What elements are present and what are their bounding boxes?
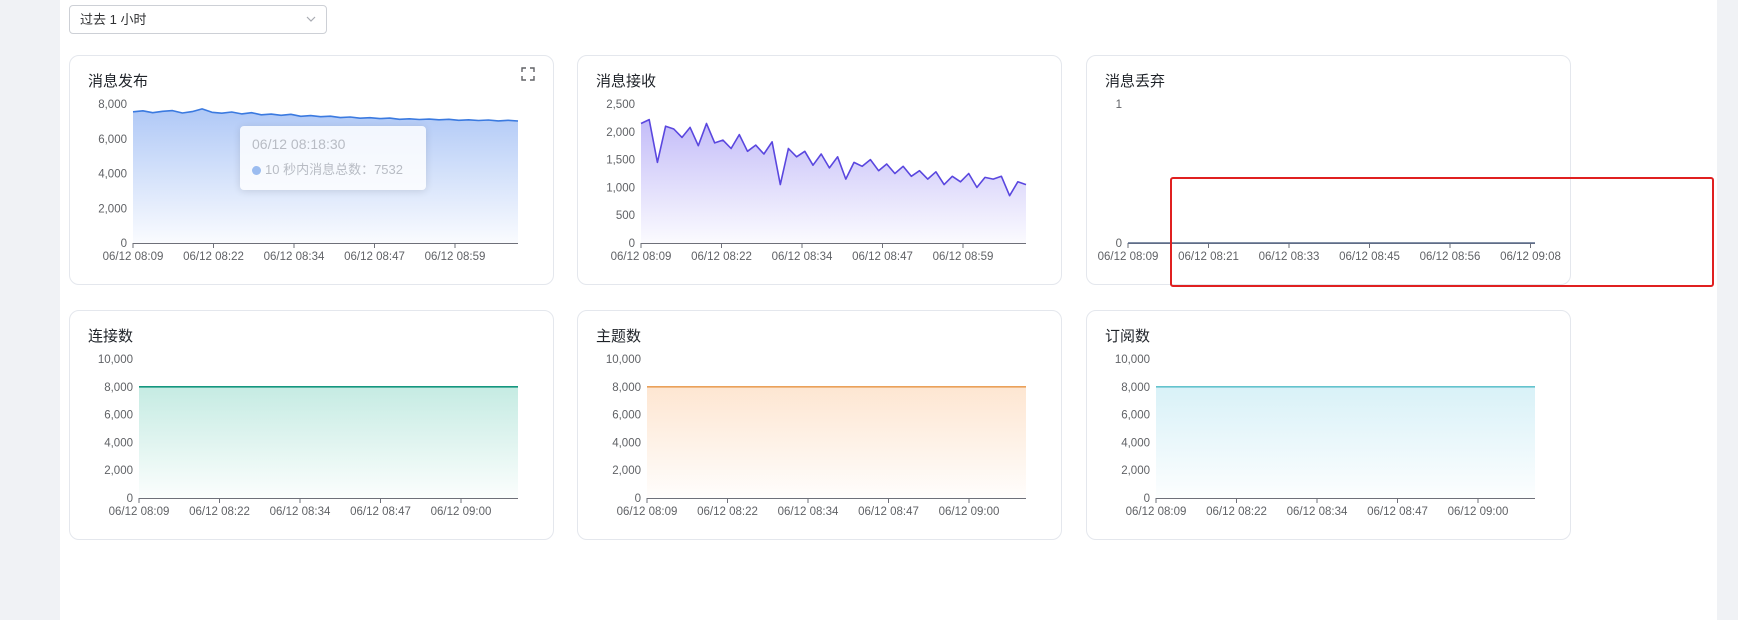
y-tick-label: 6,000 bbox=[104, 410, 133, 422]
chart-svg: 10,000 8,000 6,000 4,000 2,000 006/12 08:09 06… bbox=[98, 354, 518, 518]
y-tick-label: 2,000 bbox=[104, 465, 133, 477]
y-tick-label: 4,000 bbox=[104, 437, 133, 449]
y-tick-label: 4,000 bbox=[612, 437, 641, 449]
series-area bbox=[641, 119, 1026, 243]
x-tick-label: 06/12 08:09 bbox=[103, 251, 164, 263]
y-tick-label: 2,500 bbox=[606, 99, 635, 111]
y-tick-label: 2,000 bbox=[1121, 465, 1150, 477]
x-tick-label: 06/12 08:47 bbox=[344, 251, 405, 263]
x-tick-label: 06/12 08:21 bbox=[1178, 251, 1239, 263]
chart-svg: 10,000 8,000 6,000 4,000 2,000 006/12 08:09 06… bbox=[606, 354, 1026, 518]
x-tick-label: 06/12 08:22 bbox=[697, 506, 758, 518]
dropped-chart-card: 消息丢弃 1 0 06/12 08:09 06/12 08:21 06/12 08:33… bbox=[1086, 55, 1571, 285]
time-range-value: 过去 1 小时 bbox=[80, 12, 147, 27]
chart-svg: 10,000 8,000 6,000 4,000 2,000 006/12 08:09 06… bbox=[1115, 354, 1535, 518]
x-tick-label: 06/12 08:34 bbox=[778, 506, 839, 518]
y-tick-label: 6,000 bbox=[98, 134, 127, 146]
series-area bbox=[133, 108, 518, 244]
x-tick-label: 06/12 08:34 bbox=[270, 506, 331, 518]
y-tick-label: 0 bbox=[121, 238, 127, 250]
x-tick-label: 06/12 08:59 bbox=[425, 251, 486, 263]
subscriptions-chart-card: 订阅数 10,000 8,000 6,000 4,000 2,000 0 06/12 08:… bbox=[1086, 310, 1571, 540]
x-tick-label: 06/12 08:34 bbox=[1287, 506, 1348, 518]
y-tick-label: 0 bbox=[629, 238, 635, 250]
chart-svg: 1 006/12 08:09 06/12 08:21 06/12 08:33 06/12… bbox=[1098, 99, 1561, 263]
x-tick-label: 06/12 09:08 bbox=[1500, 251, 1561, 263]
y-tick-label: 10,000 bbox=[98, 354, 133, 366]
x-tick-label: 06/12 08:09 bbox=[109, 506, 170, 518]
x-tick-label: 06/12 08:22 bbox=[1206, 506, 1267, 518]
connections-chart-card: 连接数 10,000 8,000 6,000 4,000 2,000 0 06/12 08:… bbox=[69, 310, 554, 540]
scroll-gutter bbox=[1717, 0, 1738, 620]
y-tick-label: 8,000 bbox=[1121, 382, 1150, 394]
y-tick-label: 1,500 bbox=[606, 155, 635, 167]
x-tick-label: 06/12 08:47 bbox=[852, 251, 913, 263]
x-tick-label: 06/12 08:45 bbox=[1339, 251, 1400, 263]
y-tick-label: 4,000 bbox=[1121, 437, 1150, 449]
x-tick-label: 06/12 08:22 bbox=[189, 506, 250, 518]
x-tick-label: 06/12 08:09 bbox=[1126, 506, 1187, 518]
x-tick-label: 06/12 08:22 bbox=[183, 251, 244, 263]
x-tick-label: 06/12 09:00 bbox=[1448, 506, 1509, 518]
x-tick-label: 06/12 08:47 bbox=[1367, 506, 1428, 518]
dashboard-content: 过去 1 小时 消息发布 8,000 6,000 4,000 2,000 0 06/12 … bbox=[60, 0, 1717, 620]
x-tick-label: 06/12 08:33 bbox=[1259, 251, 1320, 263]
y-tick-label: 0 bbox=[127, 493, 133, 505]
y-tick-label: 0 bbox=[635, 493, 641, 505]
y-tick-label: 8,000 bbox=[612, 382, 641, 394]
x-tick-label: 06/12 08:56 bbox=[1420, 251, 1481, 263]
x-tick-label: 06/12 08:47 bbox=[858, 506, 919, 518]
x-tick-label: 06/12 08:09 bbox=[617, 506, 678, 518]
x-tick-label: 06/12 08:47 bbox=[350, 506, 411, 518]
y-tick-label: 6,000 bbox=[612, 410, 641, 422]
y-tick-label: 8,000 bbox=[98, 99, 127, 111]
y-tick-label: 2,000 bbox=[612, 465, 641, 477]
x-tick-label: 06/12 08:34 bbox=[264, 251, 325, 263]
publish-chart-card: 消息发布 8,000 6,000 4,000 2,000 0 06/12 08:09 06/… bbox=[69, 55, 554, 285]
x-tick-label: 06/12 08:09 bbox=[611, 251, 672, 263]
y-tick-label: 10,000 bbox=[1115, 354, 1150, 366]
series-area bbox=[139, 386, 518, 498]
y-tick-label: 10,000 bbox=[606, 354, 641, 366]
x-tick-label: 06/12 08:22 bbox=[691, 251, 752, 263]
x-tick-label: 06/12 08:59 bbox=[933, 251, 994, 263]
receive-chart-card: 消息接收 2,500 2,000 1,500 1,000 500 0 06/12 08:09… bbox=[577, 55, 1062, 285]
y-tick-label: 0 bbox=[1116, 238, 1122, 250]
chart-svg: 8,000 6,000 4,000 2,000 006/12 08:09 06/12 08… bbox=[98, 99, 519, 263]
y-tick-label: 0 bbox=[1144, 493, 1150, 505]
time-range-select[interactable]: 过去 1 小时 bbox=[69, 5, 327, 34]
y-tick-label: 4,000 bbox=[98, 169, 127, 181]
chevron-down-icon bbox=[306, 16, 316, 22]
y-tick-label: 2,000 bbox=[98, 203, 127, 215]
x-tick-label: 06/12 09:00 bbox=[431, 506, 492, 518]
series-area bbox=[647, 386, 1026, 498]
y-tick-label: 2,000 bbox=[606, 127, 635, 139]
x-tick-label: 06/12 08:09 bbox=[1098, 251, 1159, 263]
chart-svg: 2,500 2,000 1,500 1,000 500 006/12 08:09 06/12… bbox=[606, 99, 1027, 263]
x-tick-label: 06/12 09:00 bbox=[939, 506, 1000, 518]
series-area bbox=[1156, 386, 1535, 498]
y-tick-label: 500 bbox=[616, 210, 635, 222]
y-tick-label: 1,000 bbox=[606, 182, 635, 194]
y-tick-label: 8,000 bbox=[104, 382, 133, 394]
topics-chart-card: 主题数 10,000 8,000 6,000 4,000 2,000 0 06/12 08:… bbox=[577, 310, 1062, 540]
y-tick-label: 1 bbox=[1116, 99, 1122, 111]
y-tick-label: 6,000 bbox=[1121, 410, 1150, 422]
x-tick-label: 06/12 08:34 bbox=[772, 251, 833, 263]
